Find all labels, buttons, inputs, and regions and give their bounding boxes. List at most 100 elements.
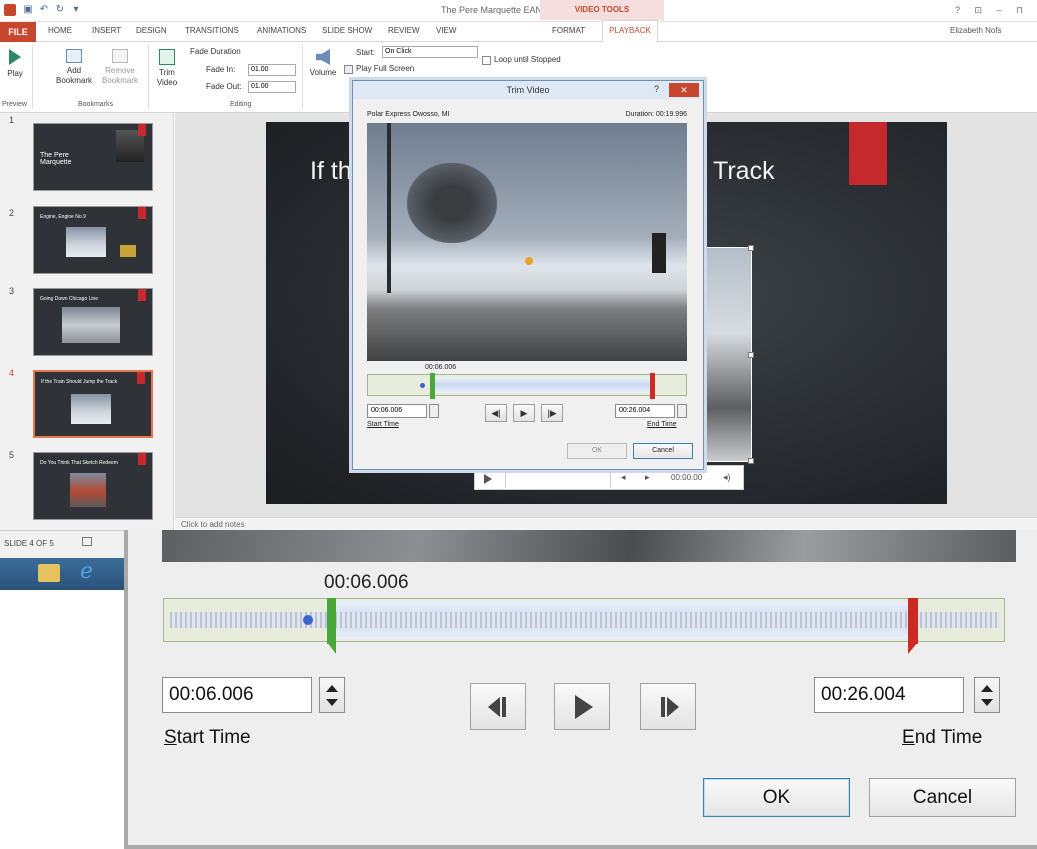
spinner-up-icon[interactable] [981,685,993,692]
current-time-marker: 00:06.006 [425,364,457,371]
trim-video-button[interactable]: Trim Video [152,49,182,88]
internet-explorer-icon[interactable]: e [80,559,93,584]
slide-thumbnail-image [120,245,136,257]
ok-button[interactable]: OK [703,778,850,817]
previous-frame-button[interactable] [470,683,526,730]
tab-insert[interactable]: INSERT [92,26,121,35]
step-forward-icon[interactable]: ▸ [645,472,650,483]
start-trim-handle-bar [327,598,336,644]
fade-in-input[interactable]: 01.00 [248,64,296,76]
slide-thumbnail-2[interactable]: Engine, Engine No.9 [33,206,153,274]
trim-timeline[interactable] [367,373,687,399]
ok-button[interactable]: OK [567,443,627,459]
window-title: The Pere Marquette EAN - PowerPoint [440,5,597,15]
resize-handle[interactable] [748,245,754,251]
start-time-spinner[interactable] [429,404,439,418]
notes-toggle-icon[interactable] [82,537,92,546]
spinner-down-icon[interactable] [981,699,993,706]
tab-home[interactable]: HOME [48,26,72,35]
status-bar: SLIDE 4 OF 5 [0,530,124,558]
window-controls[interactable]: ? ⊡ – ⊓ [955,5,1029,16]
user-name[interactable]: Elizabeth Nofs [950,26,1002,35]
cancel-button[interactable]: Cancel [633,443,693,459]
previous-frame-icon: ◀| [491,408,501,418]
fade-out-label: Fade Out: [206,82,242,91]
tab-animations[interactable]: ANIMATIONS [257,26,306,35]
slide-title-right[interactable]: Track [713,157,775,186]
play-button[interactable]: Play [2,49,28,79]
help-button[interactable]: ? [654,84,659,94]
start-label: Start: [356,48,376,57]
start-dropdown[interactable]: On Click [382,46,478,58]
slide-red-accent [849,122,887,185]
slide-thumbnail-1[interactable]: The Pere Marquette [33,123,153,191]
end-time-input[interactable]: 00:26.004 [814,677,964,713]
ribbon-tabs: HOME INSERT DESIGN TRANSITIONS ANIMATION… [0,22,1037,42]
start-time-input[interactable]: 00:06.006 [162,677,312,713]
fade-out-input[interactable]: 01.00 [248,81,296,93]
add-bookmark-icon [66,49,82,63]
volume-button[interactable]: Volume [306,49,340,78]
tree-image [407,163,497,243]
tab-format[interactable]: FORMAT [552,26,585,35]
previous-frame-button[interactable]: ◀| [485,404,507,422]
play-full-screen-label: Play Full Screen [356,64,415,73]
next-frame-button[interactable] [640,683,696,730]
selected-range [432,377,654,393]
end-time-spinner[interactable] [677,404,687,418]
end-time-label-text: nd Time [914,727,983,748]
step-back-icon[interactable]: ◂ [621,472,626,483]
volume-icon[interactable]: ◂) [723,472,731,483]
end-time-label: End Time [647,421,677,428]
tab-file[interactable]: FILE [0,22,36,42]
volume-label: Volume [309,68,337,77]
spinner-down-icon[interactable] [326,699,338,706]
end-trim-handle[interactable] [650,373,655,399]
close-button[interactable]: ✕ [669,83,699,97]
tab-review[interactable]: REVIEW [388,26,420,35]
playhead-dot[interactable] [303,615,313,625]
play-icon[interactable] [484,474,492,484]
slide-number: 1 [9,115,15,125]
video-progress-bar[interactable] [505,468,611,487]
slide-thumbnail-image [62,307,120,343]
resize-handle[interactable] [748,352,754,358]
notes-pane[interactable]: Click to add notes [175,517,1037,530]
slide-title-left[interactable]: If th [310,157,352,186]
divider [148,45,149,109]
add-bookmark-button[interactable]: Add Bookmark [52,49,96,86]
slide-number: 3 [9,286,15,296]
start-trim-handle[interactable] [326,598,338,654]
video-name: Polar Express Owosso, MI [367,111,450,118]
tab-transitions[interactable]: TRANSITIONS [185,26,239,35]
fade-duration-label: Fade Duration [190,47,241,56]
end-time-input[interactable]: 00:26.004 [615,404,675,418]
play-full-screen-checkbox[interactable] [344,65,353,74]
end-trim-handle[interactable] [906,598,920,654]
start-time-spinner[interactable] [319,677,345,713]
slide-thumbnail-accent [138,453,146,465]
spinner-up-icon[interactable] [326,685,338,692]
resize-handle[interactable] [748,458,754,464]
slide-thumbnail-5[interactable]: Do You Think That Sketch Redeem [33,452,153,520]
current-time-marker: 00:06.006 [324,572,409,593]
end-time-spinner[interactable] [974,677,1000,713]
slide-indicator: SLIDE 4 OF 5 [4,539,54,548]
remove-bookmark-button[interactable]: Remove Bookmark [98,49,142,86]
tab-view[interactable]: VIEW [436,26,456,35]
playhead-dot[interactable] [420,383,425,388]
tab-playback[interactable]: PLAYBACK [602,20,658,42]
next-frame-button[interactable]: |▶ [541,404,563,422]
slide-thumbnail-4[interactable]: If the Train Should Jump the Track [33,370,153,438]
slide-thumbnail-3[interactable]: Going Down Chicago Line [33,288,153,356]
play-button[interactable]: ▶ [513,404,535,422]
tab-design[interactable]: DESIGN [136,26,167,35]
group-bookmarks-label: Bookmarks [78,101,114,108]
start-trim-handle[interactable] [430,373,435,399]
start-time-input[interactable]: 00:06.006 [367,404,427,418]
loop-until-stopped-checkbox[interactable] [482,56,491,65]
cancel-button[interactable]: Cancel [869,778,1016,817]
play-button[interactable] [554,683,610,730]
file-explorer-icon[interactable] [38,564,60,582]
tab-slide-show[interactable]: SLIDE SHOW [322,26,372,35]
